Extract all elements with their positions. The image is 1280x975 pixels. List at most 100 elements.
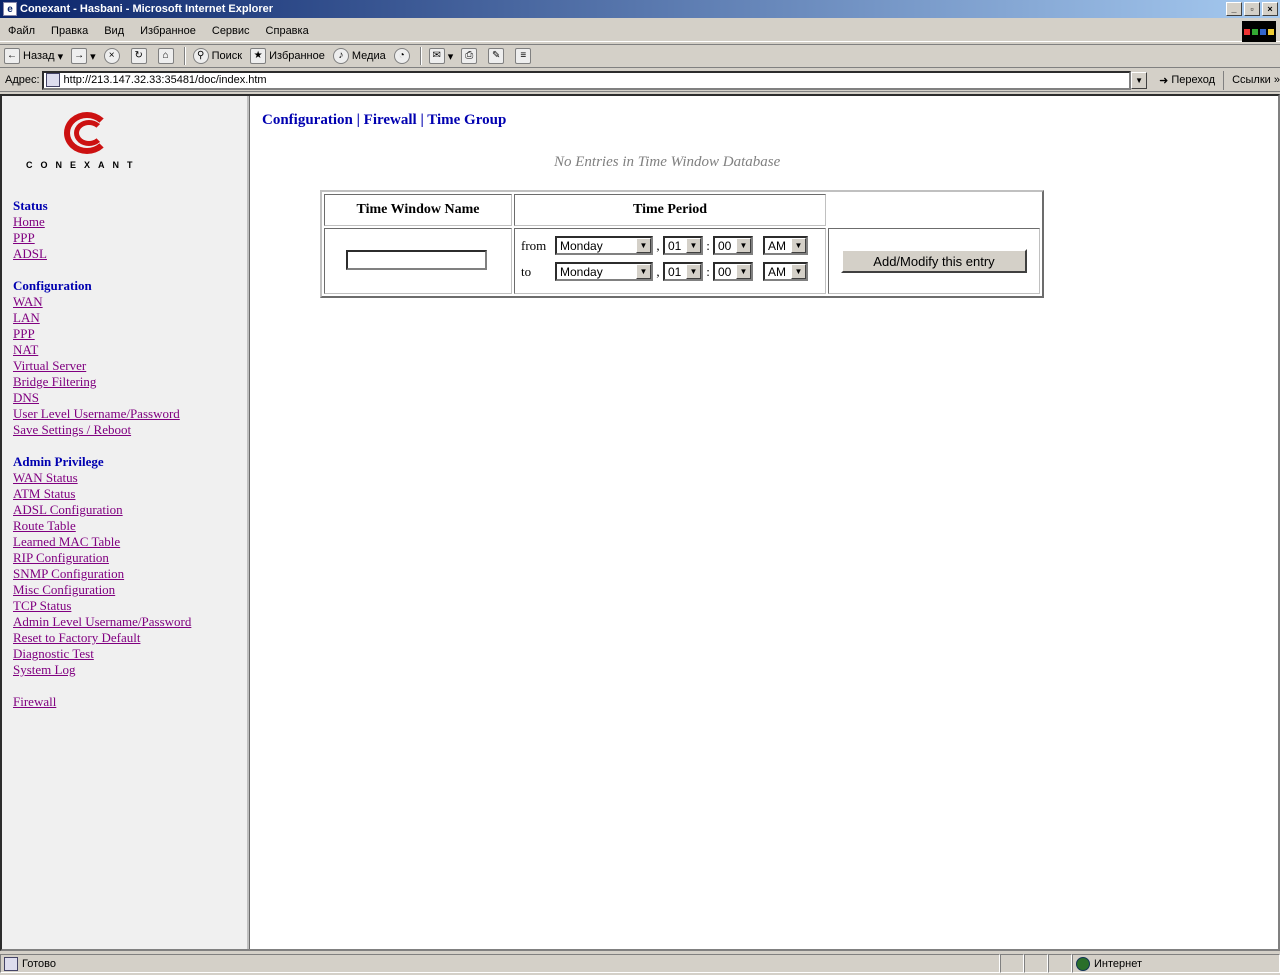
ie-icon: e <box>3 2 17 16</box>
breadcrumb-firewall: Firewall <box>363 112 417 128</box>
print-icon: ⎙ <box>461 48 478 64</box>
sidebar-nav: Status Home PPP ADSL Configuration WAN L… <box>13 198 191 710</box>
status-text: Готово <box>22 957 56 970</box>
address-dropdown-button[interactable]: ▼ <box>1131 71 1148 89</box>
nav-bridge-filtering[interactable]: Bridge Filtering <box>13 374 191 390</box>
forward-button[interactable]: → ▾ <box>67 45 100 67</box>
nav-nat[interactable]: NAT <box>13 342 191 358</box>
nav-tcp-status[interactable]: TCP Status <box>13 598 191 614</box>
chevron-down-icon: ▼ <box>636 264 651 279</box>
history-icon: ◔ <box>393 48 410 64</box>
nav-config-ppp[interactable]: PPP <box>13 326 191 342</box>
breadcrumb: Configuration | Firewall | Time Group <box>262 112 506 129</box>
go-button[interactable]: ➜ Переход <box>1147 74 1223 87</box>
from-ampm-value: AM <box>768 238 786 253</box>
minimize-button[interactable]: _ <box>1226 2 1242 16</box>
nav-status-adsl[interactable]: ADSL <box>13 246 191 262</box>
from-label: from <box>521 237 547 253</box>
to-ampm-select[interactable]: AM ▼ <box>763 262 808 281</box>
refresh-button[interactable]: ↻ <box>127 45 154 67</box>
nav-mac-table[interactable]: Learned MAC Table <box>13 534 191 550</box>
comma: , <box>656 263 660 279</box>
to-minute-select[interactable]: 00 ▼ <box>713 262 753 281</box>
status-zone-pane: Интернет <box>1072 954 1280 973</box>
address-input[interactable]: http://213.147.32.33:35481/doc/index.htm <box>41 70 1132 90</box>
edit-button[interactable]: ✎ <box>484 45 511 67</box>
nav-home[interactable]: Home <box>13 214 191 230</box>
left-frame: CONEXANT Status Home PPP ADSL Configurat… <box>2 96 250 949</box>
mail-icon: ✉ <box>428 48 445 64</box>
nav-lan[interactable]: LAN <box>13 310 191 326</box>
search-button[interactable]: ⚲ Поиск <box>189 45 246 67</box>
menu-tools[interactable]: Сервис <box>204 25 258 37</box>
close-button[interactable]: × <box>1262 2 1278 16</box>
from-day-select[interactable]: Monday ▼ <box>555 236 653 255</box>
nav-diagnostic-test[interactable]: Diagnostic Test <box>13 646 191 662</box>
discuss-button[interactable]: ≡ <box>511 45 538 67</box>
nav-save-reboot[interactable]: Save Settings / Reboot <box>13 422 191 438</box>
maximize-button[interactable]: ▫ <box>1244 2 1260 16</box>
menu-help[interactable]: Справка <box>258 25 317 37</box>
nav-misc-config[interactable]: Misc Configuration <box>13 582 191 598</box>
to-day-select[interactable]: Monday ▼ <box>555 262 653 281</box>
nav-virtual-server[interactable]: Virtual Server <box>13 358 191 374</box>
links-button[interactable]: Ссылки » <box>1223 70 1280 90</box>
back-arrow-icon: ← <box>4 48 20 64</box>
colon: : <box>706 263 710 279</box>
menu-view[interactable]: Вид <box>96 25 132 37</box>
nav-atm-status[interactable]: ATM Status <box>13 486 191 502</box>
back-button[interactable]: ← Назад ▾ <box>0 45 67 67</box>
nav-adsl-config[interactable]: ADSL Configuration <box>13 502 191 518</box>
home-button[interactable]: ⌂ <box>154 45 181 67</box>
menu-favorites[interactable]: Избранное <box>132 25 204 37</box>
logo-inner-ring <box>74 120 104 146</box>
content-frame: Configuration | Firewall | Time Group No… <box>262 96 1278 949</box>
print-button[interactable]: ⎙ <box>457 45 484 67</box>
page-viewport: CONEXANT Status Home PPP ADSL Configurat… <box>0 94 1280 951</box>
to-day-value: Monday <box>560 264 603 279</box>
from-ampm-select[interactable]: AM ▼ <box>763 236 808 255</box>
nav-status-ppp[interactable]: PPP <box>13 230 191 246</box>
to-ampm-value: AM <box>768 264 786 279</box>
toolbar-separator <box>183 47 186 65</box>
discuss-icon: ≡ <box>515 48 532 64</box>
nav-factory-reset[interactable]: Reset to Factory Default <box>13 630 191 646</box>
nav-rip-config[interactable]: RIP Configuration <box>13 550 191 566</box>
menu-file[interactable]: Файл <box>0 25 43 37</box>
history-button[interactable]: ◔ <box>390 45 417 67</box>
nav-firewall[interactable]: Firewall <box>13 694 191 710</box>
time-window-name-input[interactable] <box>346 250 487 270</box>
media-button[interactable]: ♪ Медиа <box>329 45 390 67</box>
section-admin-privilege: Admin Privilege <box>13 454 104 469</box>
breadcrumb-time-group: Time Group <box>427 112 507 128</box>
nav-system-log[interactable]: System Log <box>13 662 191 678</box>
back-label: Назад <box>23 50 55 62</box>
menu-bar: Файл Правка Вид Избранное Сервис Справка <box>0 20 1280 42</box>
forward-arrow-icon: → <box>71 48 88 64</box>
nav-wan-status[interactable]: WAN Status <box>13 470 191 486</box>
chevron-down-icon: ▼ <box>686 238 701 253</box>
nav-user-password[interactable]: User Level Username/Password <box>13 406 191 422</box>
chevron-down-icon: ▼ <box>791 264 806 279</box>
stop-button[interactable]: × <box>100 45 127 67</box>
favorites-button[interactable]: ★ Избранное <box>246 45 329 67</box>
from-day-value: Monday <box>560 238 603 253</box>
from-hour-select[interactable]: 01 ▼ <box>663 236 703 255</box>
nav-snmp-config[interactable]: SNMP Configuration <box>13 566 191 582</box>
from-minute-select[interactable]: 00 ▼ <box>713 236 753 255</box>
address-url: http://213.147.32.33:35481/doc/index.htm <box>63 74 267 86</box>
toolbar: ← Назад ▾ → ▾ × ↻ ⌂ ⚲ Поиск ★ Избранное ♪ Мед… <box>0 44 1280 68</box>
nav-admin-password[interactable]: Admin Level Username/Password <box>13 614 191 630</box>
to-hour-select[interactable]: 01 ▼ <box>663 262 703 281</box>
nav-dns[interactable]: DNS <box>13 390 191 406</box>
media-label: Медиа <box>351 50 386 62</box>
to-minute-value: 00 <box>718 264 732 279</box>
nav-route-table[interactable]: Route Table <box>13 518 191 534</box>
chevron-down-icon: ▼ <box>636 238 651 253</box>
action-cell: Add/Modify this entry <box>828 228 1040 294</box>
menu-edit[interactable]: Правка <box>43 25 96 37</box>
nav-wan[interactable]: WAN <box>13 294 191 310</box>
breadcrumb-separator: | <box>356 112 360 128</box>
mail-button[interactable]: ✉ ▾ <box>425 45 458 67</box>
add-modify-button[interactable]: Add/Modify this entry <box>841 249 1027 273</box>
